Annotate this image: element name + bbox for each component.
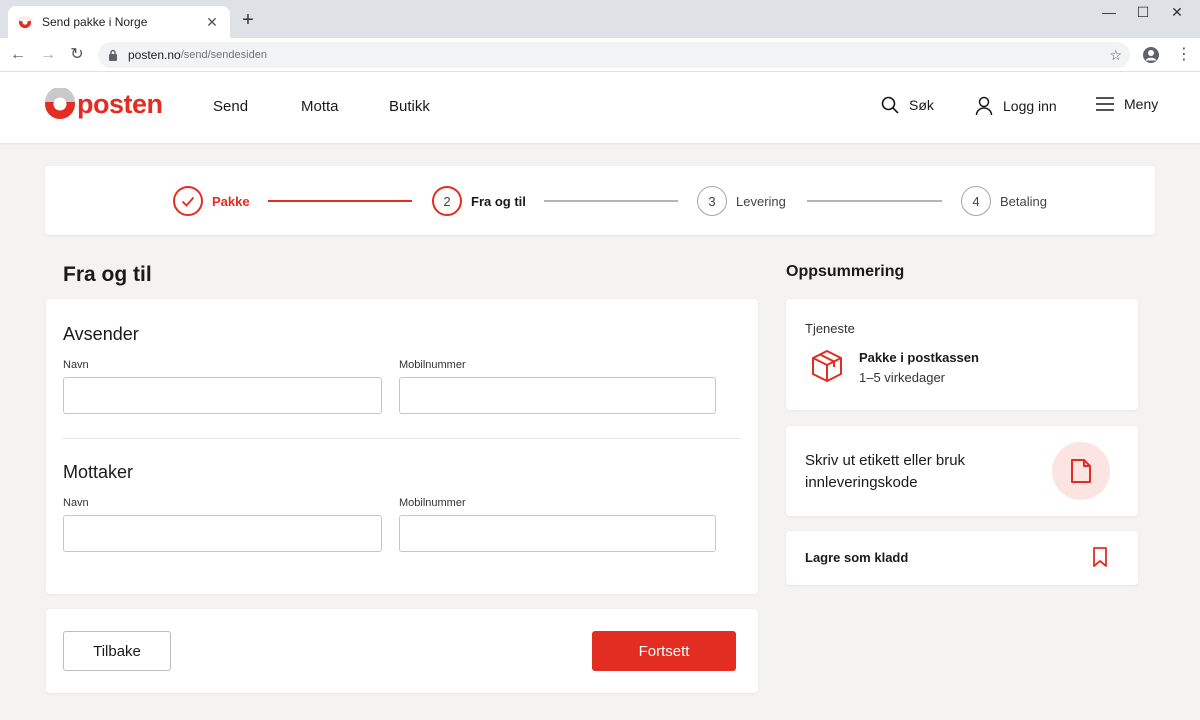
browser-menu-icon[interactable]: ⋮ <box>1176 44 1192 64</box>
close-tab-icon[interactable]: ✕ <box>204 14 220 31</box>
browser-tab[interactable]: Send pakke i Norge ✕ <box>8 6 230 38</box>
posten-logo-mark-icon <box>45 88 75 119</box>
step-fra-og-til[interactable]: 2 Fra og til <box>432 186 526 216</box>
site-header: posten Send Motta Butikk Søk Logg inn Me… <box>0 72 1200 143</box>
document-icon <box>1071 459 1091 483</box>
reload-icon[interactable]: ↻ <box>67 45 87 65</box>
save-draft-label[interactable]: Lagre som kladd <box>805 550 908 565</box>
search-label: Søk <box>909 97 934 113</box>
recipient-phone-label: Mobilnummer <box>399 497 466 509</box>
recipient-section-title: Mottaker <box>63 462 134 482</box>
recipient-name-input[interactable] <box>63 515 382 552</box>
step-2-circle: 2 <box>432 186 462 216</box>
sender-name-input[interactable] <box>63 377 382 414</box>
url-path: /send/sendesiden <box>180 49 267 61</box>
back-arrow-icon[interactable]: ← <box>8 45 28 65</box>
step-1-label: Pakke <box>212 193 250 209</box>
logo-text: posten <box>77 88 163 119</box>
package-icon <box>812 350 842 382</box>
step-levering: 3 Levering <box>697 186 786 216</box>
step-connector-3 <box>807 200 942 202</box>
url-host: posten.no <box>128 48 181 62</box>
print-icon-circle[interactable] <box>1052 442 1110 500</box>
nav-butikk[interactable]: Butikk <box>389 98 430 115</box>
minimize-icon[interactable]: — <box>1094 4 1124 20</box>
step-3-label: Levering <box>736 193 786 209</box>
close-window-icon[interactable]: ✕ <box>1162 4 1192 21</box>
print-label-text: Skriv ut etikett eller bruk innleverings… <box>805 452 966 491</box>
bookmark-star-icon[interactable]: ☆ <box>1109 47 1122 64</box>
search-icon <box>881 96 899 114</box>
sender-section-title: Avsender <box>63 324 139 344</box>
login-label: Logg inn <box>1003 98 1057 114</box>
bookmark-icon[interactable] <box>1092 547 1108 567</box>
step-pakke[interactable]: Pakke <box>173 186 250 216</box>
step-1-circle <box>173 186 203 216</box>
service-label: Tjeneste <box>805 321 855 336</box>
continue-button[interactable]: Fortsett <box>592 631 736 671</box>
step-4-label: Betaling <box>1000 193 1047 209</box>
posten-logo[interactable]: posten <box>44 88 163 120</box>
sender-phone-input[interactable] <box>399 377 716 414</box>
posten-favicon-icon <box>18 15 32 29</box>
service-name: Pakke i postkassen <box>859 350 979 365</box>
search-button[interactable]: Søk <box>881 96 934 114</box>
summary-title: Oppsummering <box>786 263 905 280</box>
browser-tabbar: Send pakke i Norge ✕ + — ☐ ✕ <box>0 0 1200 38</box>
page-title: Fra og til <box>63 263 152 286</box>
recipient-phone-input[interactable] <box>399 515 716 552</box>
nav-motta[interactable]: Motta <box>301 98 339 115</box>
maximize-icon[interactable]: ☐ <box>1128 4 1158 21</box>
menu-label: Meny <box>1124 96 1159 112</box>
section-divider <box>63 438 740 439</box>
tab-title: Send pakke i Norge <box>42 15 148 29</box>
browser-toolbar: ← → ↻ posten.no/send/sendesiden ☆ <box>0 38 1200 72</box>
user-icon <box>975 96 993 116</box>
service-delivery-time: 1–5 virkedager <box>859 370 945 385</box>
login-button[interactable]: Logg inn <box>975 96 1057 116</box>
menu-button[interactable]: Meny <box>1096 96 1158 112</box>
forward-arrow-icon[interactable]: → <box>38 45 58 65</box>
step-connector-1 <box>268 200 412 202</box>
profile-icon[interactable] <box>1142 46 1160 64</box>
step-betaling: 4 Betaling <box>961 186 1047 216</box>
sender-phone-label: Mobilnummer <box>399 359 466 371</box>
step-4-circle: 4 <box>961 186 991 216</box>
checkmark-icon <box>181 196 195 207</box>
nav-send[interactable]: Send <box>213 98 248 115</box>
back-button[interactable]: Tilbake <box>63 631 171 671</box>
progress-stepper: Pakke 2 Fra og til 3 Levering 4 Betaling <box>45 166 1155 235</box>
address-form-card: Avsender Navn Mobilnummer Mottaker Navn … <box>46 299 758 594</box>
new-tab-icon[interactable]: + <box>238 10 258 30</box>
step-3-circle: 3 <box>697 186 727 216</box>
recipient-name-label: Navn <box>63 497 89 509</box>
step-2-label: Fra og til <box>471 193 526 209</box>
sender-name-label: Navn <box>63 359 89 371</box>
step-connector-2 <box>544 200 678 202</box>
hamburger-menu-icon <box>1096 97 1114 111</box>
address-bar[interactable]: posten.no/send/sendesiden ☆ <box>98 42 1130 68</box>
lock-icon <box>109 49 117 61</box>
